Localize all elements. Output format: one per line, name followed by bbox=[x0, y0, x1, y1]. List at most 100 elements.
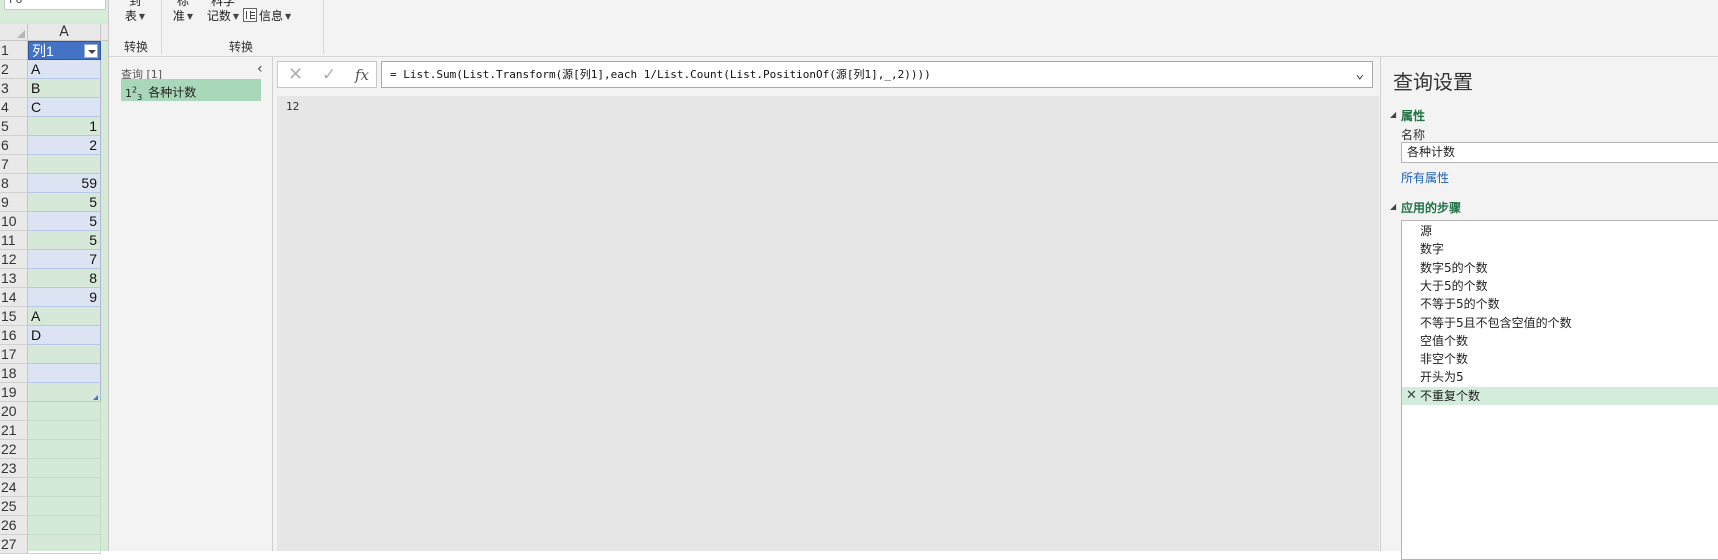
applied-step[interactable]: 开头为5 bbox=[1402, 368, 1718, 386]
row-number[interactable]: 24 bbox=[0, 478, 28, 497]
sheet-row: 62 bbox=[0, 136, 118, 155]
applied-step[interactable]: 不等于5的个数 bbox=[1402, 295, 1718, 313]
table-cell[interactable] bbox=[28, 459, 101, 478]
sheet-row: 2A bbox=[0, 60, 118, 79]
applied-step[interactable]: 数字5的个数 bbox=[1402, 259, 1718, 277]
close-icon[interactable]: ✕ bbox=[288, 65, 303, 85]
applied-step[interactable]: 空值个数 bbox=[1402, 332, 1718, 350]
properties-section-title[interactable]: 属性 bbox=[1401, 107, 1425, 124]
fx-icon[interactable]: fx bbox=[355, 65, 369, 85]
query-item[interactable]: 123 各种计数 bbox=[121, 79, 261, 102]
row-number[interactable]: 15 bbox=[0, 307, 28, 326]
row-number[interactable]: 17 bbox=[0, 345, 28, 364]
table-cell[interactable] bbox=[28, 345, 101, 364]
sheet-row: 7 bbox=[0, 155, 118, 174]
row-number[interactable]: 3 bbox=[0, 79, 28, 98]
row-number[interactable]: 11 bbox=[0, 231, 28, 250]
row-number[interactable]: 21 bbox=[0, 421, 28, 440]
table-cell[interactable]: A bbox=[28, 60, 101, 79]
table-cell[interactable]: 1 bbox=[28, 117, 101, 136]
row-number[interactable]: 9 bbox=[0, 193, 28, 212]
applied-steps-list: 源数字 数字5的个数 大于5的个数 不等于5的个数 不等于5且不包含空值的个数 空值个数非… bbox=[1401, 220, 1718, 560]
row-number[interactable]: 10 bbox=[0, 212, 28, 231]
scientific-button[interactable]: 科学 记数 ▼ bbox=[205, 0, 241, 24]
table-cell[interactable]: C bbox=[28, 98, 101, 117]
query-name-field[interactable]: 各种计数 bbox=[1401, 142, 1718, 163]
table-cell[interactable] bbox=[28, 516, 101, 535]
sheet-row: 8 59 bbox=[0, 174, 118, 193]
result-value[interactable]: 12 bbox=[286, 100, 299, 113]
row-number[interactable]: 20 bbox=[0, 402, 28, 421]
sheet-row: 16 D bbox=[0, 326, 118, 345]
expand-formula-icon[interactable]: ⌄ bbox=[1356, 62, 1364, 87]
table-cell[interactable] bbox=[28, 383, 101, 402]
applied-step[interactable]: 非空个数 bbox=[1402, 350, 1718, 368]
chevron-down-icon: ▼ bbox=[186, 12, 194, 21]
table-cell[interactable] bbox=[28, 478, 101, 497]
row-number[interactable]: 13 bbox=[0, 269, 28, 288]
table-cell[interactable]: D bbox=[28, 326, 101, 345]
table-cell[interactable] bbox=[28, 402, 101, 421]
table-cell[interactable]: 7 bbox=[28, 250, 101, 269]
table-cell[interactable]: 59 bbox=[28, 174, 101, 193]
row-number[interactable]: 18 bbox=[0, 364, 28, 383]
row-number[interactable]: 26 bbox=[0, 516, 28, 535]
row-number[interactable]: 2 bbox=[0, 60, 28, 79]
row-number[interactable]: 1 bbox=[0, 41, 28, 60]
applied-step[interactable]: 大于5的个数 bbox=[1402, 277, 1718, 295]
row-number[interactable]: 5 bbox=[0, 117, 28, 136]
info-button[interactable]: 信息 ▼ bbox=[243, 8, 299, 24]
info-label: 信息 bbox=[259, 9, 284, 23]
table-cell[interactable] bbox=[28, 440, 101, 459]
table-resize-handle[interactable] bbox=[93, 395, 98, 400]
applied-step[interactable]: 数字 bbox=[1402, 240, 1718, 258]
table-cell[interactable]: 5 bbox=[28, 212, 101, 231]
row-number[interactable]: 14 bbox=[0, 288, 28, 307]
collapse-triangle-icon[interactable]: ◢ bbox=[1390, 110, 1396, 119]
applied-step[interactable]: 不等于5且不包含空值的个数 bbox=[1402, 314, 1718, 332]
formula-input[interactable]: = List.Sum(List.Transform(源[列1],each 1/L… bbox=[381, 61, 1373, 88]
row-number[interactable]: 25 bbox=[0, 497, 28, 516]
table-cell[interactable] bbox=[28, 497, 101, 516]
column-header-a[interactable]: A bbox=[28, 24, 101, 41]
table-cell[interactable]: A bbox=[28, 307, 101, 326]
row-number[interactable]: 23 bbox=[0, 459, 28, 478]
name-box[interactable]: F6 bbox=[4, 0, 106, 10]
row-number[interactable]: 6 bbox=[0, 136, 28, 155]
row-number[interactable]: 8 bbox=[0, 174, 28, 193]
applied-step[interactable]: ✕ 不重复个数 bbox=[1402, 386, 1718, 405]
collapse-triangle-icon[interactable]: ◢ bbox=[1390, 202, 1396, 211]
check-icon[interactable]: ✓ bbox=[322, 65, 336, 85]
table-cell[interactable]: 5 bbox=[28, 193, 101, 212]
row-number[interactable]: 16 bbox=[0, 326, 28, 345]
row-number[interactable]: 7 bbox=[0, 155, 28, 174]
table-cell[interactable]: 9 bbox=[28, 288, 101, 307]
applied-step-label: 源 bbox=[1420, 224, 1433, 238]
cell-value: 59 bbox=[81, 175, 97, 191]
table-cell[interactable]: 5 bbox=[28, 231, 101, 250]
table-header-cell[interactable]: 列1 bbox=[28, 41, 101, 60]
standard-button[interactable]: 标 准 ▼ bbox=[171, 0, 195, 24]
row-number[interactable]: 19 bbox=[0, 383, 28, 402]
table-cell[interactable] bbox=[28, 364, 101, 383]
table-cell[interactable] bbox=[28, 421, 101, 440]
all-properties-link[interactable]: 所有属性 bbox=[1401, 169, 1449, 186]
row-number[interactable]: 4 bbox=[0, 98, 28, 117]
filter-dropdown-icon[interactable] bbox=[84, 44, 98, 58]
applied-step[interactable]: 源 bbox=[1402, 222, 1718, 240]
to-table-button[interactable]: 到 表 ▼ bbox=[123, 0, 147, 24]
row-number[interactable]: 22 bbox=[0, 440, 28, 459]
table-cell[interactable]: 2 bbox=[28, 136, 101, 155]
table-cell[interactable]: 8 bbox=[28, 269, 101, 288]
table-cell[interactable] bbox=[28, 535, 101, 554]
row-number[interactable]: 27 bbox=[0, 535, 28, 554]
row-number[interactable]: 12 bbox=[0, 250, 28, 269]
collapse-pane-icon[interactable]: ‹ bbox=[257, 62, 269, 76]
formula-text: = List.Sum(List.Transform(源[列1],each 1/L… bbox=[390, 68, 931, 81]
sheet-row: 51 bbox=[0, 117, 118, 136]
table-cell[interactable] bbox=[28, 155, 101, 174]
applied-steps-title[interactable]: 应用的步骤 bbox=[1401, 199, 1461, 216]
table-cell[interactable]: B bbox=[28, 79, 101, 98]
select-all-corner[interactable] bbox=[0, 24, 28, 41]
delete-step-icon[interactable]: ✕ bbox=[1406, 387, 1417, 405]
